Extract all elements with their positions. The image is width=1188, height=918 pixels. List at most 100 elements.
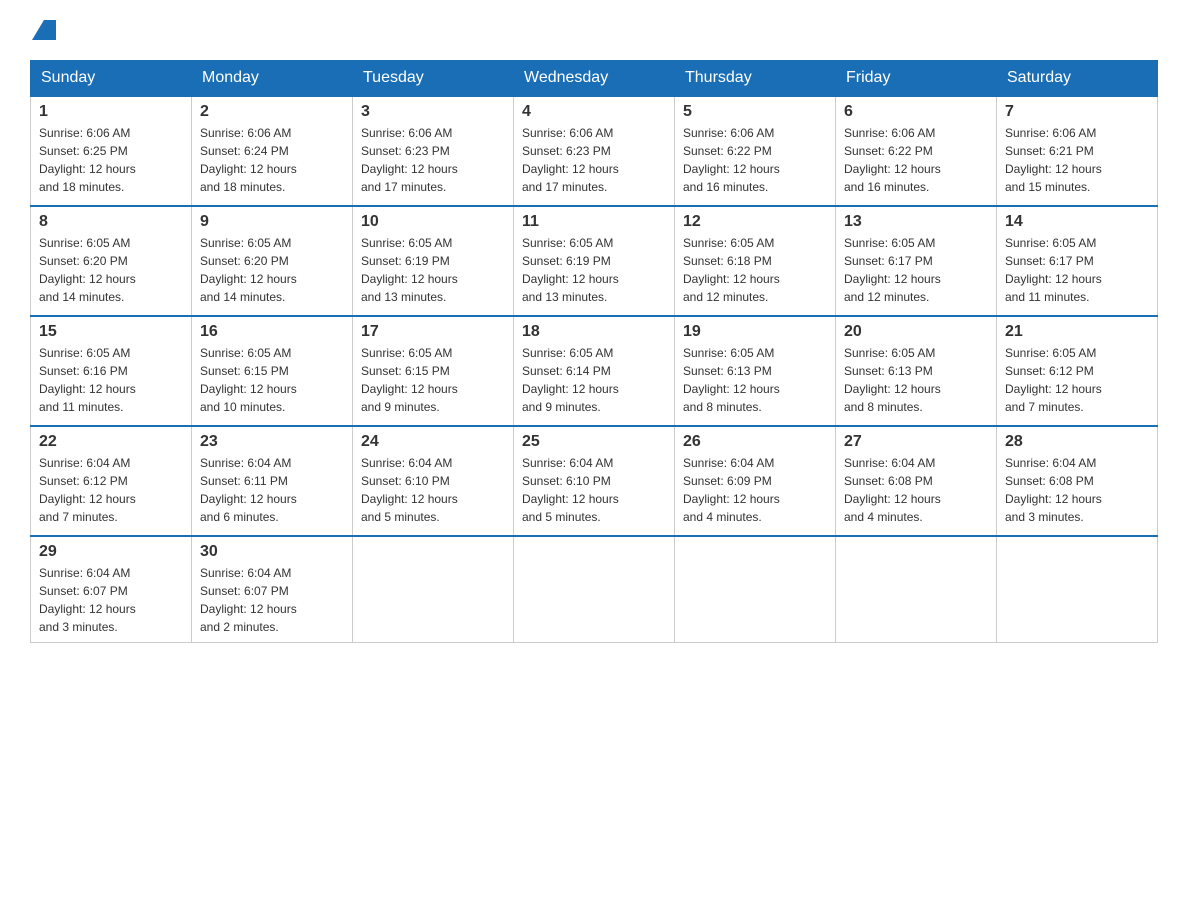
calendar-day-cell	[836, 536, 997, 643]
calendar-day-cell: 3 Sunrise: 6:06 AMSunset: 6:23 PMDayligh…	[353, 96, 514, 206]
calendar-day-cell: 19 Sunrise: 6:05 AMSunset: 6:13 PMDaylig…	[675, 316, 836, 426]
day-number: 24	[361, 433, 505, 451]
calendar-day-cell: 24 Sunrise: 6:04 AMSunset: 6:10 PMDaylig…	[353, 426, 514, 536]
day-info: Sunrise: 6:06 AMSunset: 6:25 PMDaylight:…	[39, 126, 136, 194]
calendar-day-cell: 26 Sunrise: 6:04 AMSunset: 6:09 PMDaylig…	[675, 426, 836, 536]
calendar-day-cell: 9 Sunrise: 6:05 AMSunset: 6:20 PMDayligh…	[192, 206, 353, 316]
day-info: Sunrise: 6:06 AMSunset: 6:23 PMDaylight:…	[361, 126, 458, 194]
calendar-day-cell: 28 Sunrise: 6:04 AMSunset: 6:08 PMDaylig…	[997, 426, 1158, 536]
day-info: Sunrise: 6:05 AMSunset: 6:15 PMDaylight:…	[361, 346, 458, 414]
day-number: 9	[200, 213, 344, 231]
day-info: Sunrise: 6:04 AMSunset: 6:10 PMDaylight:…	[361, 456, 458, 524]
day-info: Sunrise: 6:04 AMSunset: 6:10 PMDaylight:…	[522, 456, 619, 524]
day-info: Sunrise: 6:06 AMSunset: 6:22 PMDaylight:…	[844, 126, 941, 194]
weekday-header-tuesday: Tuesday	[353, 61, 514, 97]
day-number: 21	[1005, 323, 1149, 341]
day-number: 5	[683, 103, 827, 121]
calendar-week-row: 22 Sunrise: 6:04 AMSunset: 6:12 PMDaylig…	[31, 426, 1158, 536]
day-number: 17	[361, 323, 505, 341]
calendar-day-cell	[675, 536, 836, 643]
logo-triangle-icon	[32, 20, 56, 40]
calendar-day-cell: 17 Sunrise: 6:05 AMSunset: 6:15 PMDaylig…	[353, 316, 514, 426]
day-info: Sunrise: 6:05 AMSunset: 6:13 PMDaylight:…	[844, 346, 941, 414]
calendar-day-cell	[353, 536, 514, 643]
calendar-day-cell: 15 Sunrise: 6:05 AMSunset: 6:16 PMDaylig…	[31, 316, 192, 426]
day-number: 4	[522, 103, 666, 121]
calendar-header-row: SundayMondayTuesdayWednesdayThursdayFrid…	[31, 61, 1158, 97]
calendar-day-cell	[997, 536, 1158, 643]
day-number: 18	[522, 323, 666, 341]
calendar-day-cell: 10 Sunrise: 6:05 AMSunset: 6:19 PMDaylig…	[353, 206, 514, 316]
logo	[30, 20, 58, 40]
calendar-day-cell: 7 Sunrise: 6:06 AMSunset: 6:21 PMDayligh…	[997, 96, 1158, 206]
calendar-day-cell: 25 Sunrise: 6:04 AMSunset: 6:10 PMDaylig…	[514, 426, 675, 536]
calendar-day-cell: 5 Sunrise: 6:06 AMSunset: 6:22 PMDayligh…	[675, 96, 836, 206]
calendar-table: SundayMondayTuesdayWednesdayThursdayFrid…	[30, 60, 1158, 643]
calendar-day-cell: 11 Sunrise: 6:05 AMSunset: 6:19 PMDaylig…	[514, 206, 675, 316]
header	[30, 20, 1158, 40]
day-number: 7	[1005, 103, 1149, 121]
day-number: 6	[844, 103, 988, 121]
day-info: Sunrise: 6:05 AMSunset: 6:12 PMDaylight:…	[1005, 346, 1102, 414]
weekday-header-sunday: Sunday	[31, 61, 192, 97]
calendar-day-cell: 23 Sunrise: 6:04 AMSunset: 6:11 PMDaylig…	[192, 426, 353, 536]
day-info: Sunrise: 6:04 AMSunset: 6:08 PMDaylight:…	[844, 456, 941, 524]
weekday-header-wednesday: Wednesday	[514, 61, 675, 97]
day-number: 20	[844, 323, 988, 341]
calendar-day-cell: 2 Sunrise: 6:06 AMSunset: 6:24 PMDayligh…	[192, 96, 353, 206]
weekday-header-thursday: Thursday	[675, 61, 836, 97]
calendar-day-cell: 16 Sunrise: 6:05 AMSunset: 6:15 PMDaylig…	[192, 316, 353, 426]
day-number: 15	[39, 323, 183, 341]
calendar-day-cell: 12 Sunrise: 6:05 AMSunset: 6:18 PMDaylig…	[675, 206, 836, 316]
weekday-header-friday: Friday	[836, 61, 997, 97]
day-info: Sunrise: 6:05 AMSunset: 6:15 PMDaylight:…	[200, 346, 297, 414]
calendar-day-cell: 29 Sunrise: 6:04 AMSunset: 6:07 PMDaylig…	[31, 536, 192, 643]
calendar-day-cell: 27 Sunrise: 6:04 AMSunset: 6:08 PMDaylig…	[836, 426, 997, 536]
calendar-day-cell: 4 Sunrise: 6:06 AMSunset: 6:23 PMDayligh…	[514, 96, 675, 206]
weekday-header-saturday: Saturday	[997, 61, 1158, 97]
calendar-day-cell	[514, 536, 675, 643]
calendar-day-cell: 21 Sunrise: 6:05 AMSunset: 6:12 PMDaylig…	[997, 316, 1158, 426]
day-number: 29	[39, 543, 183, 561]
day-number: 16	[200, 323, 344, 341]
day-number: 13	[844, 213, 988, 231]
calendar-day-cell: 22 Sunrise: 6:04 AMSunset: 6:12 PMDaylig…	[31, 426, 192, 536]
day-number: 12	[683, 213, 827, 231]
day-number: 1	[39, 103, 183, 121]
calendar-week-row: 15 Sunrise: 6:05 AMSunset: 6:16 PMDaylig…	[31, 316, 1158, 426]
day-number: 3	[361, 103, 505, 121]
calendar-day-cell: 13 Sunrise: 6:05 AMSunset: 6:17 PMDaylig…	[836, 206, 997, 316]
day-info: Sunrise: 6:06 AMSunset: 6:23 PMDaylight:…	[522, 126, 619, 194]
day-info: Sunrise: 6:04 AMSunset: 6:07 PMDaylight:…	[39, 566, 136, 634]
day-number: 14	[1005, 213, 1149, 231]
calendar-day-cell: 18 Sunrise: 6:05 AMSunset: 6:14 PMDaylig…	[514, 316, 675, 426]
day-info: Sunrise: 6:04 AMSunset: 6:09 PMDaylight:…	[683, 456, 780, 524]
calendar-week-row: 1 Sunrise: 6:06 AMSunset: 6:25 PMDayligh…	[31, 96, 1158, 206]
calendar-day-cell: 14 Sunrise: 6:05 AMSunset: 6:17 PMDaylig…	[997, 206, 1158, 316]
day-info: Sunrise: 6:05 AMSunset: 6:19 PMDaylight:…	[361, 236, 458, 304]
day-info: Sunrise: 6:05 AMSunset: 6:20 PMDaylight:…	[39, 236, 136, 304]
day-number: 25	[522, 433, 666, 451]
day-info: Sunrise: 6:05 AMSunset: 6:14 PMDaylight:…	[522, 346, 619, 414]
day-info: Sunrise: 6:04 AMSunset: 6:12 PMDaylight:…	[39, 456, 136, 524]
calendar-week-row: 8 Sunrise: 6:05 AMSunset: 6:20 PMDayligh…	[31, 206, 1158, 316]
day-number: 23	[200, 433, 344, 451]
calendar-day-cell: 8 Sunrise: 6:05 AMSunset: 6:20 PMDayligh…	[31, 206, 192, 316]
day-info: Sunrise: 6:04 AMSunset: 6:08 PMDaylight:…	[1005, 456, 1102, 524]
day-number: 11	[522, 213, 666, 231]
day-info: Sunrise: 6:05 AMSunset: 6:19 PMDaylight:…	[522, 236, 619, 304]
day-number: 26	[683, 433, 827, 451]
weekday-header-monday: Monday	[192, 61, 353, 97]
day-info: Sunrise: 6:05 AMSunset: 6:17 PMDaylight:…	[844, 236, 941, 304]
day-info: Sunrise: 6:05 AMSunset: 6:20 PMDaylight:…	[200, 236, 297, 304]
day-number: 28	[1005, 433, 1149, 451]
calendar-day-cell: 20 Sunrise: 6:05 AMSunset: 6:13 PMDaylig…	[836, 316, 997, 426]
day-number: 10	[361, 213, 505, 231]
calendar-day-cell: 6 Sunrise: 6:06 AMSunset: 6:22 PMDayligh…	[836, 96, 997, 206]
day-info: Sunrise: 6:06 AMSunset: 6:22 PMDaylight:…	[683, 126, 780, 194]
day-number: 22	[39, 433, 183, 451]
day-info: Sunrise: 6:05 AMSunset: 6:17 PMDaylight:…	[1005, 236, 1102, 304]
day-info: Sunrise: 6:04 AMSunset: 6:07 PMDaylight:…	[200, 566, 297, 634]
calendar-day-cell: 1 Sunrise: 6:06 AMSunset: 6:25 PMDayligh…	[31, 96, 192, 206]
day-number: 30	[200, 543, 344, 561]
